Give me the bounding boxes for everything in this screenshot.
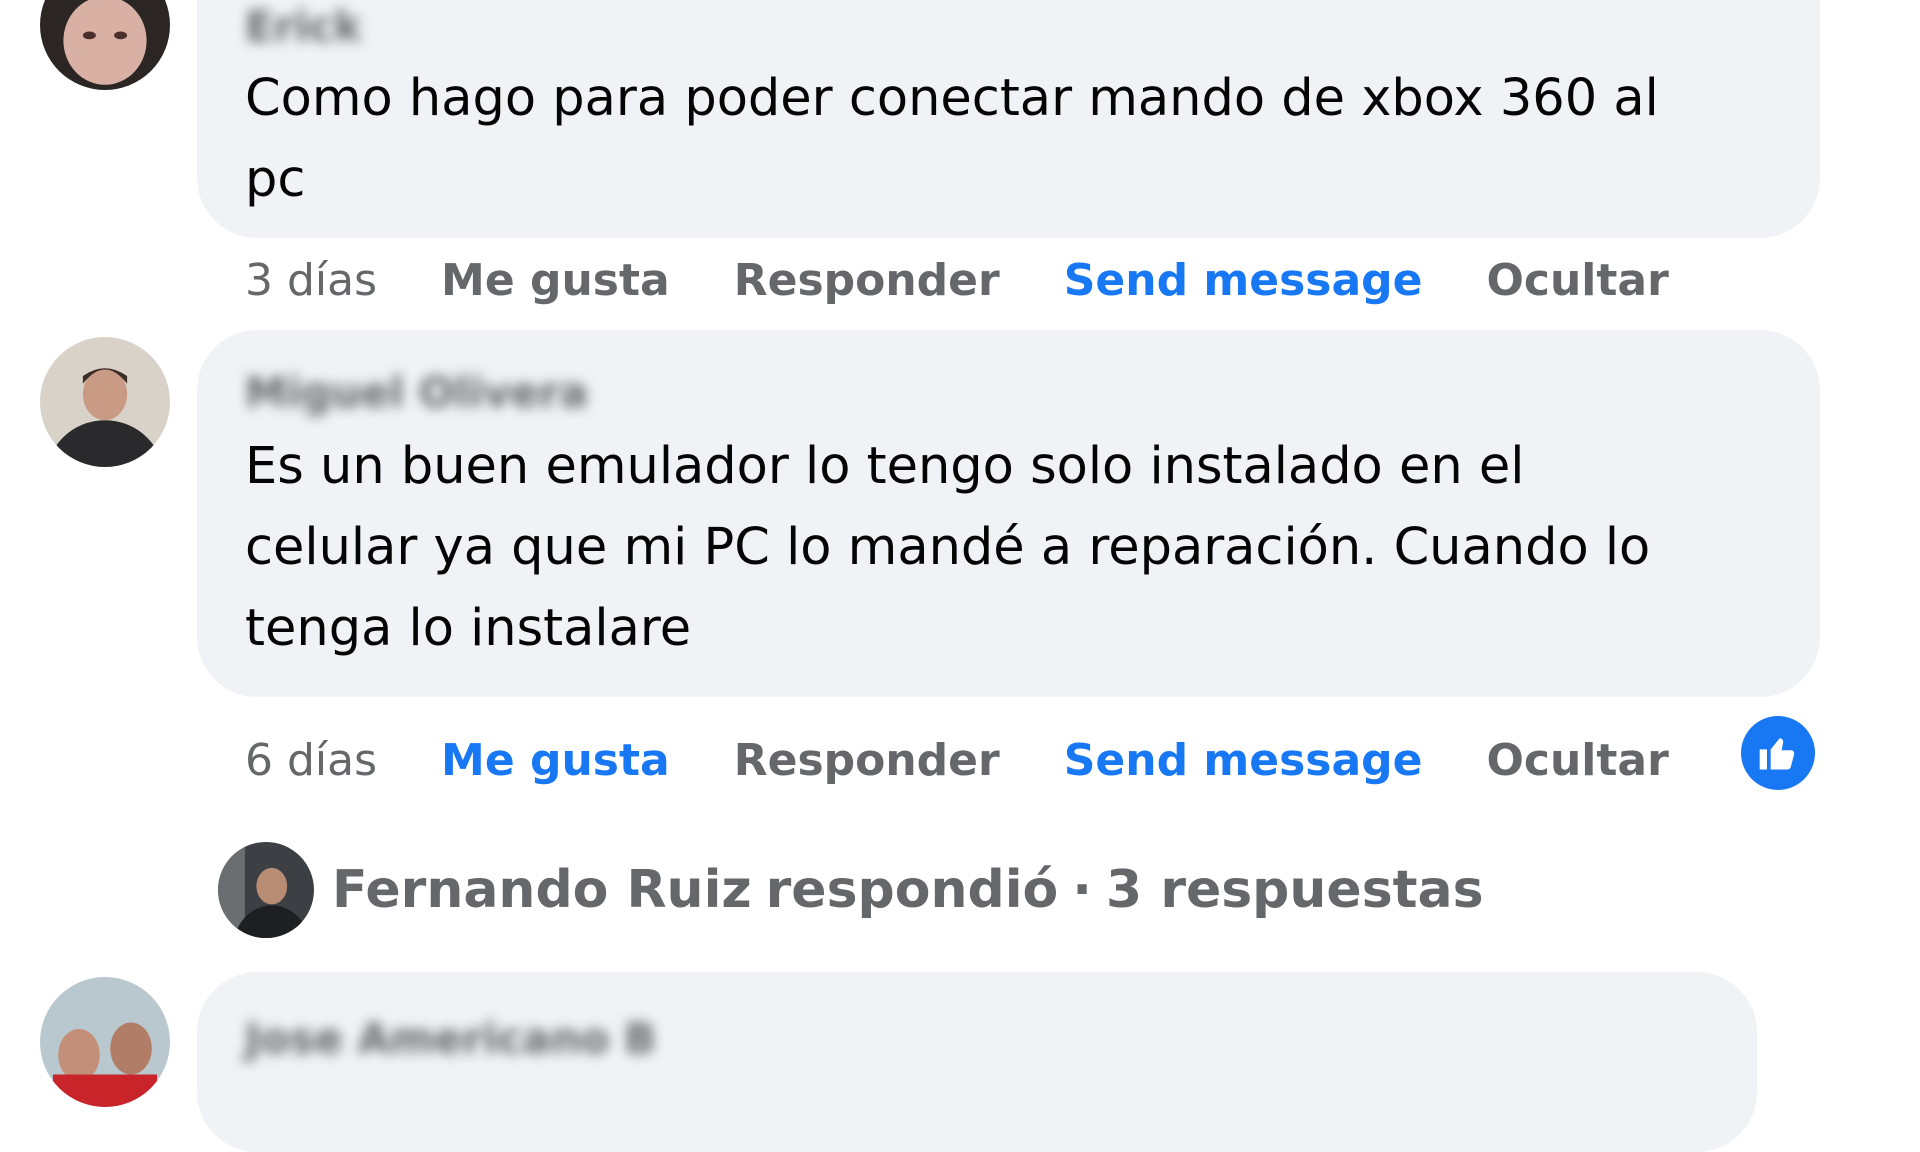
like-button[interactable]: Me gusta (441, 255, 670, 306)
view-replies-link[interactable]: Fernando Ruiz respondió · 3 respuestas (218, 840, 1484, 940)
like-button[interactable]: Me gusta (441, 735, 670, 786)
comment-text: Como hago para poder conectar mando de x… (245, 58, 1659, 220)
comment-text: Es un buen emulador lo tengo solo instal… (245, 426, 1650, 669)
comment-author-name[interactable]: Miguel Olivera (245, 372, 588, 414)
send-message-button[interactable]: Send message (1064, 735, 1423, 786)
reply-button[interactable]: Responder (734, 735, 1000, 786)
comment-text-line: Como hago para poder conectar mando de x… (245, 69, 1659, 128)
comment-timestamp[interactable]: 6 días (245, 735, 377, 786)
avatar-comment-2[interactable] (40, 337, 170, 467)
comment-bubble-3: Jose Americano B (197, 972, 1757, 1152)
comment-actions-1: 3 días Me gusta Responder Send message O… (245, 250, 1733, 310)
comment-text-line: tenga lo instalare (245, 599, 692, 658)
comment-bubble-1: Erick Como hago para poder conectar mand… (197, 0, 1820, 238)
reply-button[interactable]: Responder (734, 255, 1000, 306)
comment-timestamp[interactable]: 3 días (245, 255, 377, 306)
replies-count: 3 respuestas (1106, 860, 1484, 920)
replies-separator: · (1072, 860, 1093, 920)
comment-author-name[interactable]: Erick (245, 6, 362, 48)
comment-text-line: pc (245, 150, 306, 209)
comment-text-line: celular ya que mi PC lo mandé a reparaci… (245, 518, 1651, 577)
thumbs-up-icon[interactable] (1741, 716, 1815, 790)
avatar-replier (218, 842, 314, 938)
avatar-comment-1[interactable] (40, 0, 170, 90)
hide-button[interactable]: Ocultar (1487, 255, 1669, 306)
replier-name: Fernando Ruiz (332, 860, 752, 920)
replies-verb: respondió (765, 860, 1059, 920)
comment-bubble-2: Miguel Olivera Es un buen emulador lo te… (197, 330, 1820, 697)
comment-actions-2: 6 días Me gusta Responder Send message O… (245, 730, 1733, 790)
hide-button[interactable]: Ocultar (1487, 735, 1669, 786)
comment-text-line: Es un buen emulador lo tengo solo instal… (245, 437, 1525, 496)
avatar-comment-3[interactable] (40, 977, 170, 1107)
comment-author-name[interactable]: Jose Americano B (245, 1018, 656, 1060)
send-message-button[interactable]: Send message (1064, 255, 1423, 306)
